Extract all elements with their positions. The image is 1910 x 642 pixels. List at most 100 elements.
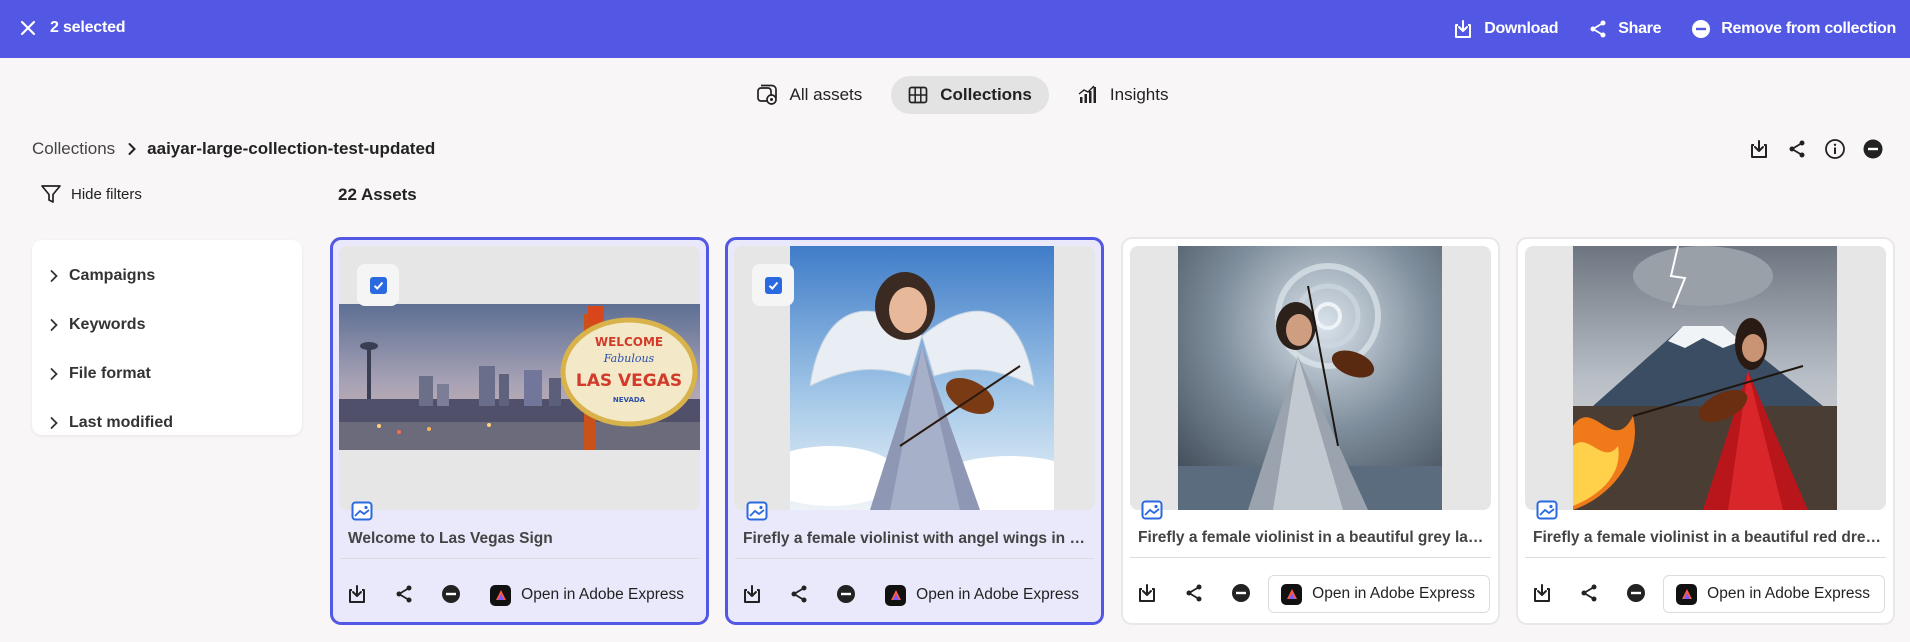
tab-all-assets[interactable]: All assets xyxy=(739,76,880,114)
collection-actions xyxy=(1734,136,1886,162)
asset-checkbox[interactable] xyxy=(752,264,794,306)
asset-thumbnail[interactable]: WELCOME Fabulous LAS VEGAS NEVADA xyxy=(339,246,700,510)
chevron-right-icon xyxy=(49,269,69,283)
asset-checkbox[interactable] xyxy=(357,264,399,306)
filter-icon xyxy=(40,183,71,205)
asset-count: 22 Assets xyxy=(338,185,417,204)
asset-remove-icon[interactable] xyxy=(439,582,463,606)
asset-remove-icon[interactable] xyxy=(1229,581,1253,605)
collection-share-icon[interactable] xyxy=(1784,136,1810,162)
remove-label: Remove from collection xyxy=(1721,20,1896,37)
asset-title: Firefly a female violinist in a beautifu… xyxy=(1138,529,1488,546)
collection-info-icon[interactable] xyxy=(1822,136,1848,162)
selected-count: 2 selected xyxy=(50,19,126,36)
adobe-express-logo-icon xyxy=(490,584,512,606)
open-in-adobe-express-label: Open in Adobe Express xyxy=(1707,585,1870,602)
tab-insights[interactable]: Insights xyxy=(1061,76,1186,114)
image-type-icon xyxy=(351,500,373,522)
all-assets-icon xyxy=(756,84,790,106)
grid-icon xyxy=(908,85,940,105)
image-type-icon xyxy=(1536,499,1558,521)
open-in-adobe-express-label: Open in Adobe Express xyxy=(521,586,684,603)
sign-las-vegas-text: LAS VEGAS xyxy=(576,371,682,391)
asset-thumbnail[interactable] xyxy=(734,246,1095,510)
asset-card[interactable]: Firefly a female violinist with angel wi… xyxy=(725,237,1104,625)
breadcrumb-current: aaiyar-large-collection-test-updated xyxy=(147,139,436,158)
open-in-adobe-express-label: Open in Adobe Express xyxy=(916,586,1079,603)
card-divider xyxy=(735,558,1094,559)
collection-remove-icon[interactable] xyxy=(1860,136,1886,162)
open-in-adobe-express-button[interactable]: Open in Adobe Express xyxy=(1663,575,1885,613)
remove-from-collection-button[interactable]: Remove from collection xyxy=(1691,19,1896,39)
filter-panel: Campaigns Keywords File format Last modi… xyxy=(32,240,302,435)
asset-card[interactable]: Firefly a female violinist in a beautifu… xyxy=(1516,237,1895,625)
tab-insights-label: Insights xyxy=(1109,85,1169,104)
volcano-violinist-image xyxy=(1573,246,1837,510)
open-in-adobe-express-button[interactable]: Open in Adobe Express xyxy=(873,576,1093,614)
asset-thumbnail[interactable] xyxy=(1130,246,1491,510)
collection-download-icon[interactable] xyxy=(1746,136,1772,162)
remove-icon xyxy=(1691,19,1721,39)
card-divider xyxy=(1130,557,1491,558)
tab-all-assets-label: All assets xyxy=(789,85,863,104)
filter-label: Campaigns xyxy=(69,266,156,284)
adobe-express-logo-icon xyxy=(1281,583,1303,605)
tab-collections[interactable]: Collections xyxy=(891,76,1049,114)
filter-last-modified[interactable]: Last modified xyxy=(32,398,302,447)
asset-remove-icon[interactable] xyxy=(834,582,858,606)
chevron-right-icon xyxy=(49,318,69,332)
las-vegas-image: WELCOME Fabulous LAS VEGAS NEVADA xyxy=(339,304,700,450)
insights-icon xyxy=(1078,85,1110,105)
adobe-express-logo-icon xyxy=(1676,583,1698,605)
asset-title: Welcome to Las Vegas Sign xyxy=(348,530,553,547)
view-tabs: All assets Collections Insights xyxy=(0,76,1910,114)
breadcrumb: Collections aaiyar-large-collection-test… xyxy=(32,139,435,159)
asset-title: Firefly a female violinist in a beautifu… xyxy=(1533,529,1883,546)
asset-title: Firefly a female violinist with angel wi… xyxy=(743,530,1093,547)
sign-nevada-text: NEVADA xyxy=(613,396,646,404)
download-icon xyxy=(1452,18,1484,40)
share-selected-button[interactable]: Share xyxy=(1588,19,1662,39)
asset-remove-icon[interactable] xyxy=(1624,581,1648,605)
asset-thumbnail[interactable] xyxy=(1525,246,1886,510)
chevron-right-icon xyxy=(127,142,137,156)
download-selected-button[interactable]: Download xyxy=(1452,18,1559,40)
angel-violinist-image xyxy=(790,246,1054,510)
asset-download-icon[interactable] xyxy=(740,582,764,606)
card-divider xyxy=(1525,557,1886,558)
sign-fabulous-text: Fabulous xyxy=(603,352,655,365)
open-in-adobe-express-button[interactable]: Open in Adobe Express xyxy=(1268,575,1490,613)
open-in-adobe-express-button[interactable]: Open in Adobe Express xyxy=(478,576,698,614)
share-label: Share xyxy=(1618,20,1662,37)
filter-label: Keywords xyxy=(69,315,146,333)
hide-filters-label: Hide filters xyxy=(71,185,142,203)
image-type-icon xyxy=(746,500,768,522)
asset-download-icon[interactable] xyxy=(1135,581,1159,605)
sign-welcome-text: WELCOME xyxy=(595,335,663,349)
storm-violinist-image xyxy=(1178,246,1442,510)
share-icon xyxy=(1588,19,1618,39)
filter-campaigns[interactable]: Campaigns xyxy=(32,251,302,300)
download-label: Download xyxy=(1484,20,1559,37)
asset-download-icon[interactable] xyxy=(345,582,369,606)
asset-card[interactable]: WELCOME Fabulous LAS VEGAS NEVADA Welcom… xyxy=(330,237,709,625)
close-selection-icon[interactable] xyxy=(18,18,38,38)
asset-download-icon[interactable] xyxy=(1530,581,1554,605)
filter-keywords[interactable]: Keywords xyxy=(32,300,302,349)
filter-label: Last modified xyxy=(69,413,174,431)
breadcrumb-collections-link[interactable]: Collections xyxy=(32,139,115,159)
asset-share-icon[interactable] xyxy=(392,582,416,606)
hide-filters-button[interactable]: Hide filters xyxy=(40,183,142,205)
asset-share-icon[interactable] xyxy=(1182,581,1206,605)
tab-collections-label: Collections xyxy=(940,85,1032,104)
chevron-right-icon xyxy=(49,367,69,381)
image-type-icon xyxy=(1141,499,1163,521)
asset-card[interactable]: Firefly a female violinist in a beautifu… xyxy=(1121,237,1500,625)
filter-file-format[interactable]: File format xyxy=(32,349,302,398)
adobe-express-logo-icon xyxy=(885,584,907,606)
selection-bar: 2 selected Download Share Remove from co… xyxy=(0,0,1910,58)
card-divider xyxy=(340,558,699,559)
open-in-adobe-express-label: Open in Adobe Express xyxy=(1312,585,1475,602)
asset-share-icon[interactable] xyxy=(787,582,811,606)
asset-share-icon[interactable] xyxy=(1577,581,1601,605)
